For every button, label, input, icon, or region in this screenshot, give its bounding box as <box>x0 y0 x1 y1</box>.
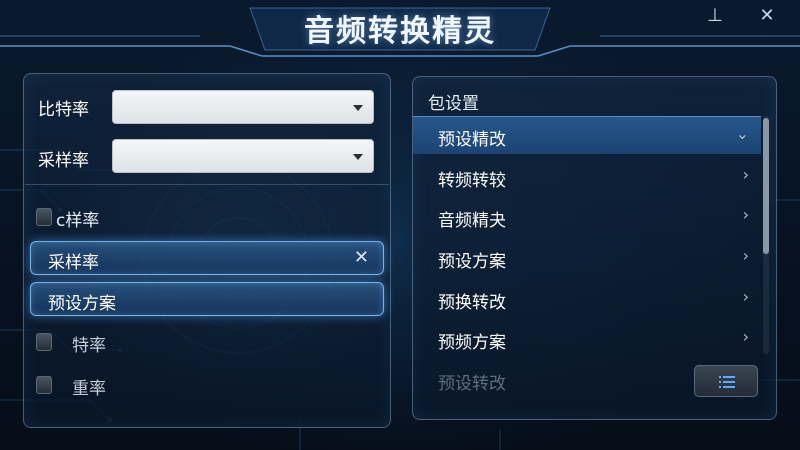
check-option-label: 特率 <box>72 336 106 356</box>
chevron-right-icon: › <box>742 246 749 265</box>
check-option-label: 重率 <box>72 379 106 399</box>
list-item-label: 预设方案 <box>438 252 506 272</box>
close-icon[interactable]: ✕ <box>354 247 369 268</box>
chevron-down-icon <box>353 154 363 160</box>
samplerate-label: 采样率 <box>38 151 89 171</box>
list-item-active[interactable]: 预设精改 ⌄ <box>413 116 761 154</box>
list-item-label: 预频方案 <box>438 333 506 353</box>
list-item[interactable]: 预设方案 › <box>413 239 761 277</box>
app-title: 音频转换精灵 <box>304 14 496 49</box>
bitrate-select[interactable] <box>112 90 374 124</box>
list-item[interactable]: 转频转较 › <box>413 158 761 196</box>
list-item-label: 预设精改 <box>438 130 506 150</box>
checkbox[interactable] <box>36 333 52 351</box>
title-bar: 音频转换精灵 ⊥ ✕ <box>0 0 800 58</box>
bitrate-label: 比特率 <box>38 100 89 120</box>
close-button[interactable]: ✕ <box>754 4 780 28</box>
panel-header: 包设置 <box>428 94 479 114</box>
chevron-down-icon: ⌄ <box>735 124 749 143</box>
samplerate-select[interactable] <box>112 139 374 173</box>
checkbox[interactable] <box>36 376 52 394</box>
check-option-label: c样率 <box>56 211 100 231</box>
chevron-right-icon: › <box>742 165 749 184</box>
list-icon <box>719 376 735 388</box>
list-view-button[interactable] <box>694 365 758 397</box>
chevron-right-icon: › <box>742 205 749 224</box>
minimize-button[interactable]: ⊥ <box>702 4 728 28</box>
tag-label: 预设方案 <box>48 294 116 314</box>
list-item-label: 音频精夬 <box>438 211 506 231</box>
list-item-label: 预设转改 <box>438 374 506 394</box>
chevron-right-icon: › <box>742 287 749 306</box>
checkbox[interactable] <box>36 208 52 226</box>
selected-tag-preset[interactable]: 预设方案 <box>30 282 384 316</box>
list-item[interactable]: 预频方案 › <box>413 320 761 358</box>
list-item[interactable]: 预换转改 › <box>413 280 761 318</box>
list-item-label: 预换转改 <box>438 293 506 313</box>
selected-tag-samplerate[interactable]: 采样率 ✕ <box>30 241 384 275</box>
divider <box>25 184 389 185</box>
list-item-label: 转频转较 <box>438 171 506 191</box>
list-item[interactable]: 音频精夬 › <box>413 198 761 236</box>
chevron-right-icon: › <box>742 327 749 346</box>
scrollbar-thumb[interactable] <box>763 118 769 254</box>
chevron-down-icon <box>353 105 363 111</box>
tag-label: 采样率 <box>48 253 99 273</box>
